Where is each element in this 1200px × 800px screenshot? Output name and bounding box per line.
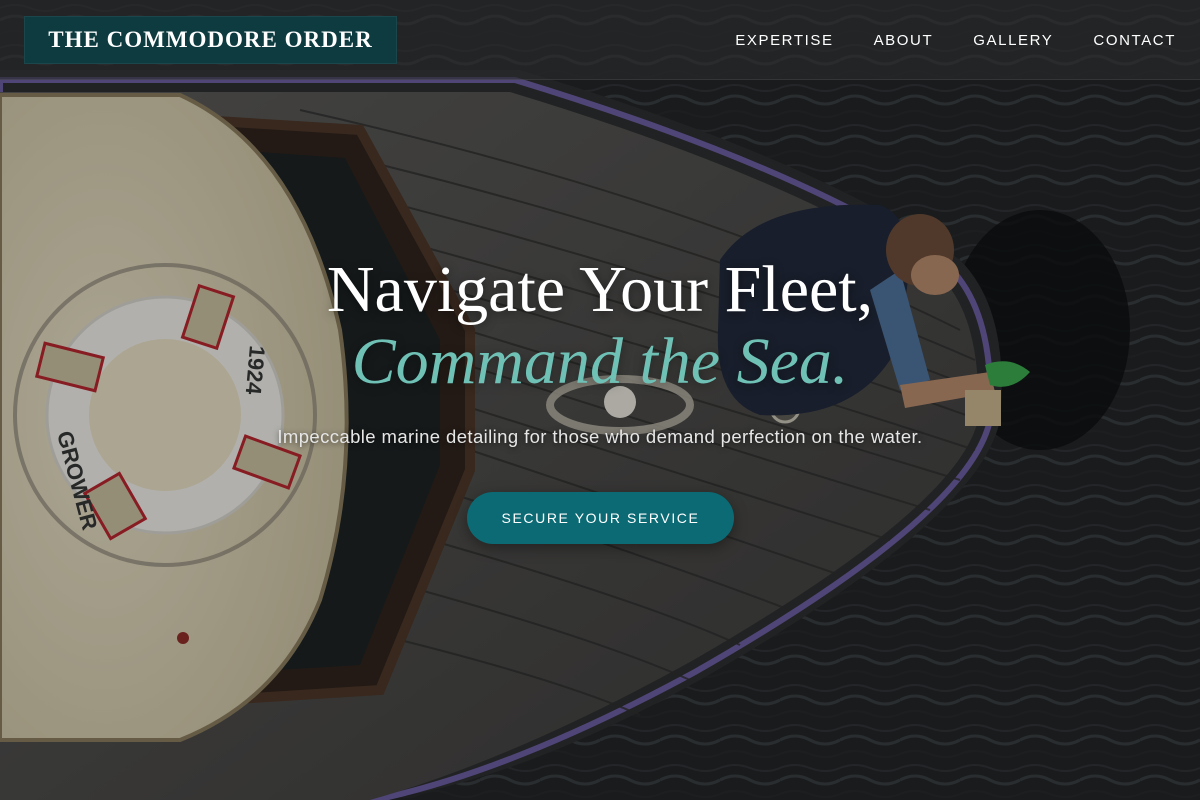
hero-section: GROWER 1924 THE COMMODORE ORDER EXPERTIS…	[0, 0, 1200, 800]
hero-headline: Navigate Your Fleet, Command the Sea.	[0, 254, 1200, 398]
hero-content: Navigate Your Fleet, Command the Sea. Im…	[0, 0, 1200, 800]
secure-service-button[interactable]: SECURE YOUR SERVICE	[467, 492, 734, 544]
hero-headline-line1: Navigate Your Fleet,	[326, 253, 874, 326]
hero-subtitle: Impeccable marine detailing for those wh…	[277, 426, 923, 447]
hero-headline-line2: Command the Sea.	[351, 325, 849, 398]
